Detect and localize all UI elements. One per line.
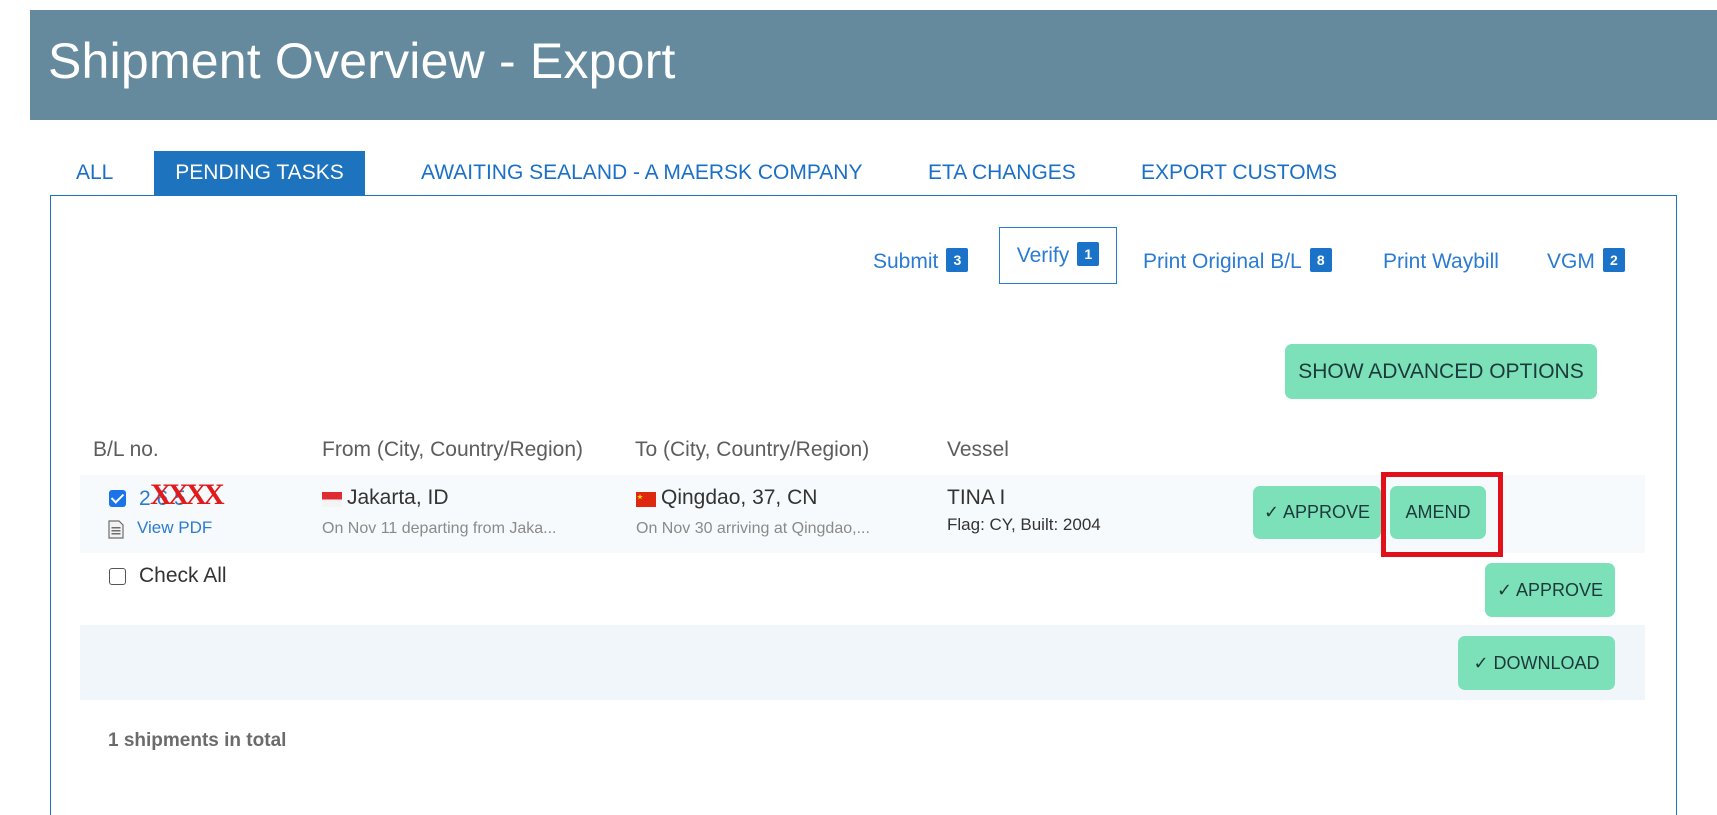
- indonesia-flag-icon: [322, 492, 342, 507]
- subtab-print-waybill[interactable]: Print Waybill: [1383, 240, 1499, 284]
- redaction-mark: XXXX: [150, 478, 225, 511]
- subtab-submit-label: Submit: [873, 250, 939, 273]
- subtab-vgm[interactable]: VGM 2: [1547, 240, 1625, 284]
- column-header-to: To (City, Country/Region): [635, 438, 870, 461]
- approve-button[interactable]: ✓ APPROVE: [1253, 486, 1381, 539]
- tab-eta-changes[interactable]: ETA CHANGES: [928, 151, 1076, 195]
- subtab-print-original-bl-label: Print Original B/L: [1143, 250, 1302, 273]
- print-original-bl-count-badge: 8: [1309, 248, 1332, 273]
- page-title: Shipment Overview - Export: [48, 33, 676, 89]
- check-all-checkbox[interactable]: [109, 568, 126, 585]
- column-header-bl-no: B/L no.: [93, 438, 159, 461]
- to-detail: On Nov 30 arriving at Qingdao,...: [636, 520, 870, 537]
- page-header: Shipment Overview - Export: [30, 10, 1717, 120]
- from-detail: On Nov 11 departing from Jaka...: [322, 520, 557, 537]
- vgm-count-badge: 2: [1602, 248, 1625, 273]
- tab-export-customs[interactable]: EXPORT CUSTOMS: [1141, 151, 1337, 195]
- verify-count-badge: 1: [1077, 242, 1100, 267]
- view-pdf-link[interactable]: View PDF: [137, 518, 212, 538]
- tab-all[interactable]: ALL: [76, 151, 113, 195]
- vessel-detail: Flag: CY, Built: 2004: [947, 515, 1101, 534]
- shipments-total: 1 shipments in total: [108, 730, 287, 751]
- tab-awaiting-sealand[interactable]: AWAITING SEALAND - A MAERSK COMPANY: [421, 151, 862, 195]
- tab-pending-tasks[interactable]: PENDING TASKS: [154, 151, 365, 195]
- download-bar: [80, 625, 1645, 700]
- vessel-name: TINA I: [947, 486, 1006, 509]
- column-header-from: From (City, Country/Region): [322, 438, 584, 461]
- to-city: Qingdao, 37, CN: [661, 486, 818, 509]
- document-icon: [108, 520, 124, 539]
- amend-highlight-box: [1381, 472, 1503, 557]
- subtab-submit[interactable]: Submit 3: [873, 240, 969, 284]
- china-flag-icon: [636, 492, 656, 507]
- shipment-checkbox[interactable]: [109, 490, 126, 507]
- from-city: Jakarta, ID: [347, 486, 449, 509]
- subtab-vgm-label: VGM: [1547, 250, 1595, 273]
- approve-all-button[interactable]: ✓ APPROVE: [1485, 563, 1615, 617]
- subtab-verify-label: Verify: [1016, 244, 1070, 267]
- subtab-print-waybill-label: Print Waybill: [1383, 250, 1499, 273]
- column-header-vessel: Vessel: [947, 438, 1009, 461]
- download-button[interactable]: ✓ DOWNLOAD: [1458, 636, 1615, 690]
- check-all-label: Check All: [139, 564, 227, 587]
- subtab-verify[interactable]: Verify 1: [999, 227, 1117, 284]
- task-subtabs: Submit 3 Verify 1 Print Original B/L 8 Prin…: [0, 227, 1717, 284]
- subtab-print-original-bl[interactable]: Print Original B/L 8: [1143, 240, 1332, 284]
- submit-count-badge: 3: [946, 248, 969, 273]
- show-advanced-options-button[interactable]: SHOW ADVANCED OPTIONS: [1285, 344, 1597, 399]
